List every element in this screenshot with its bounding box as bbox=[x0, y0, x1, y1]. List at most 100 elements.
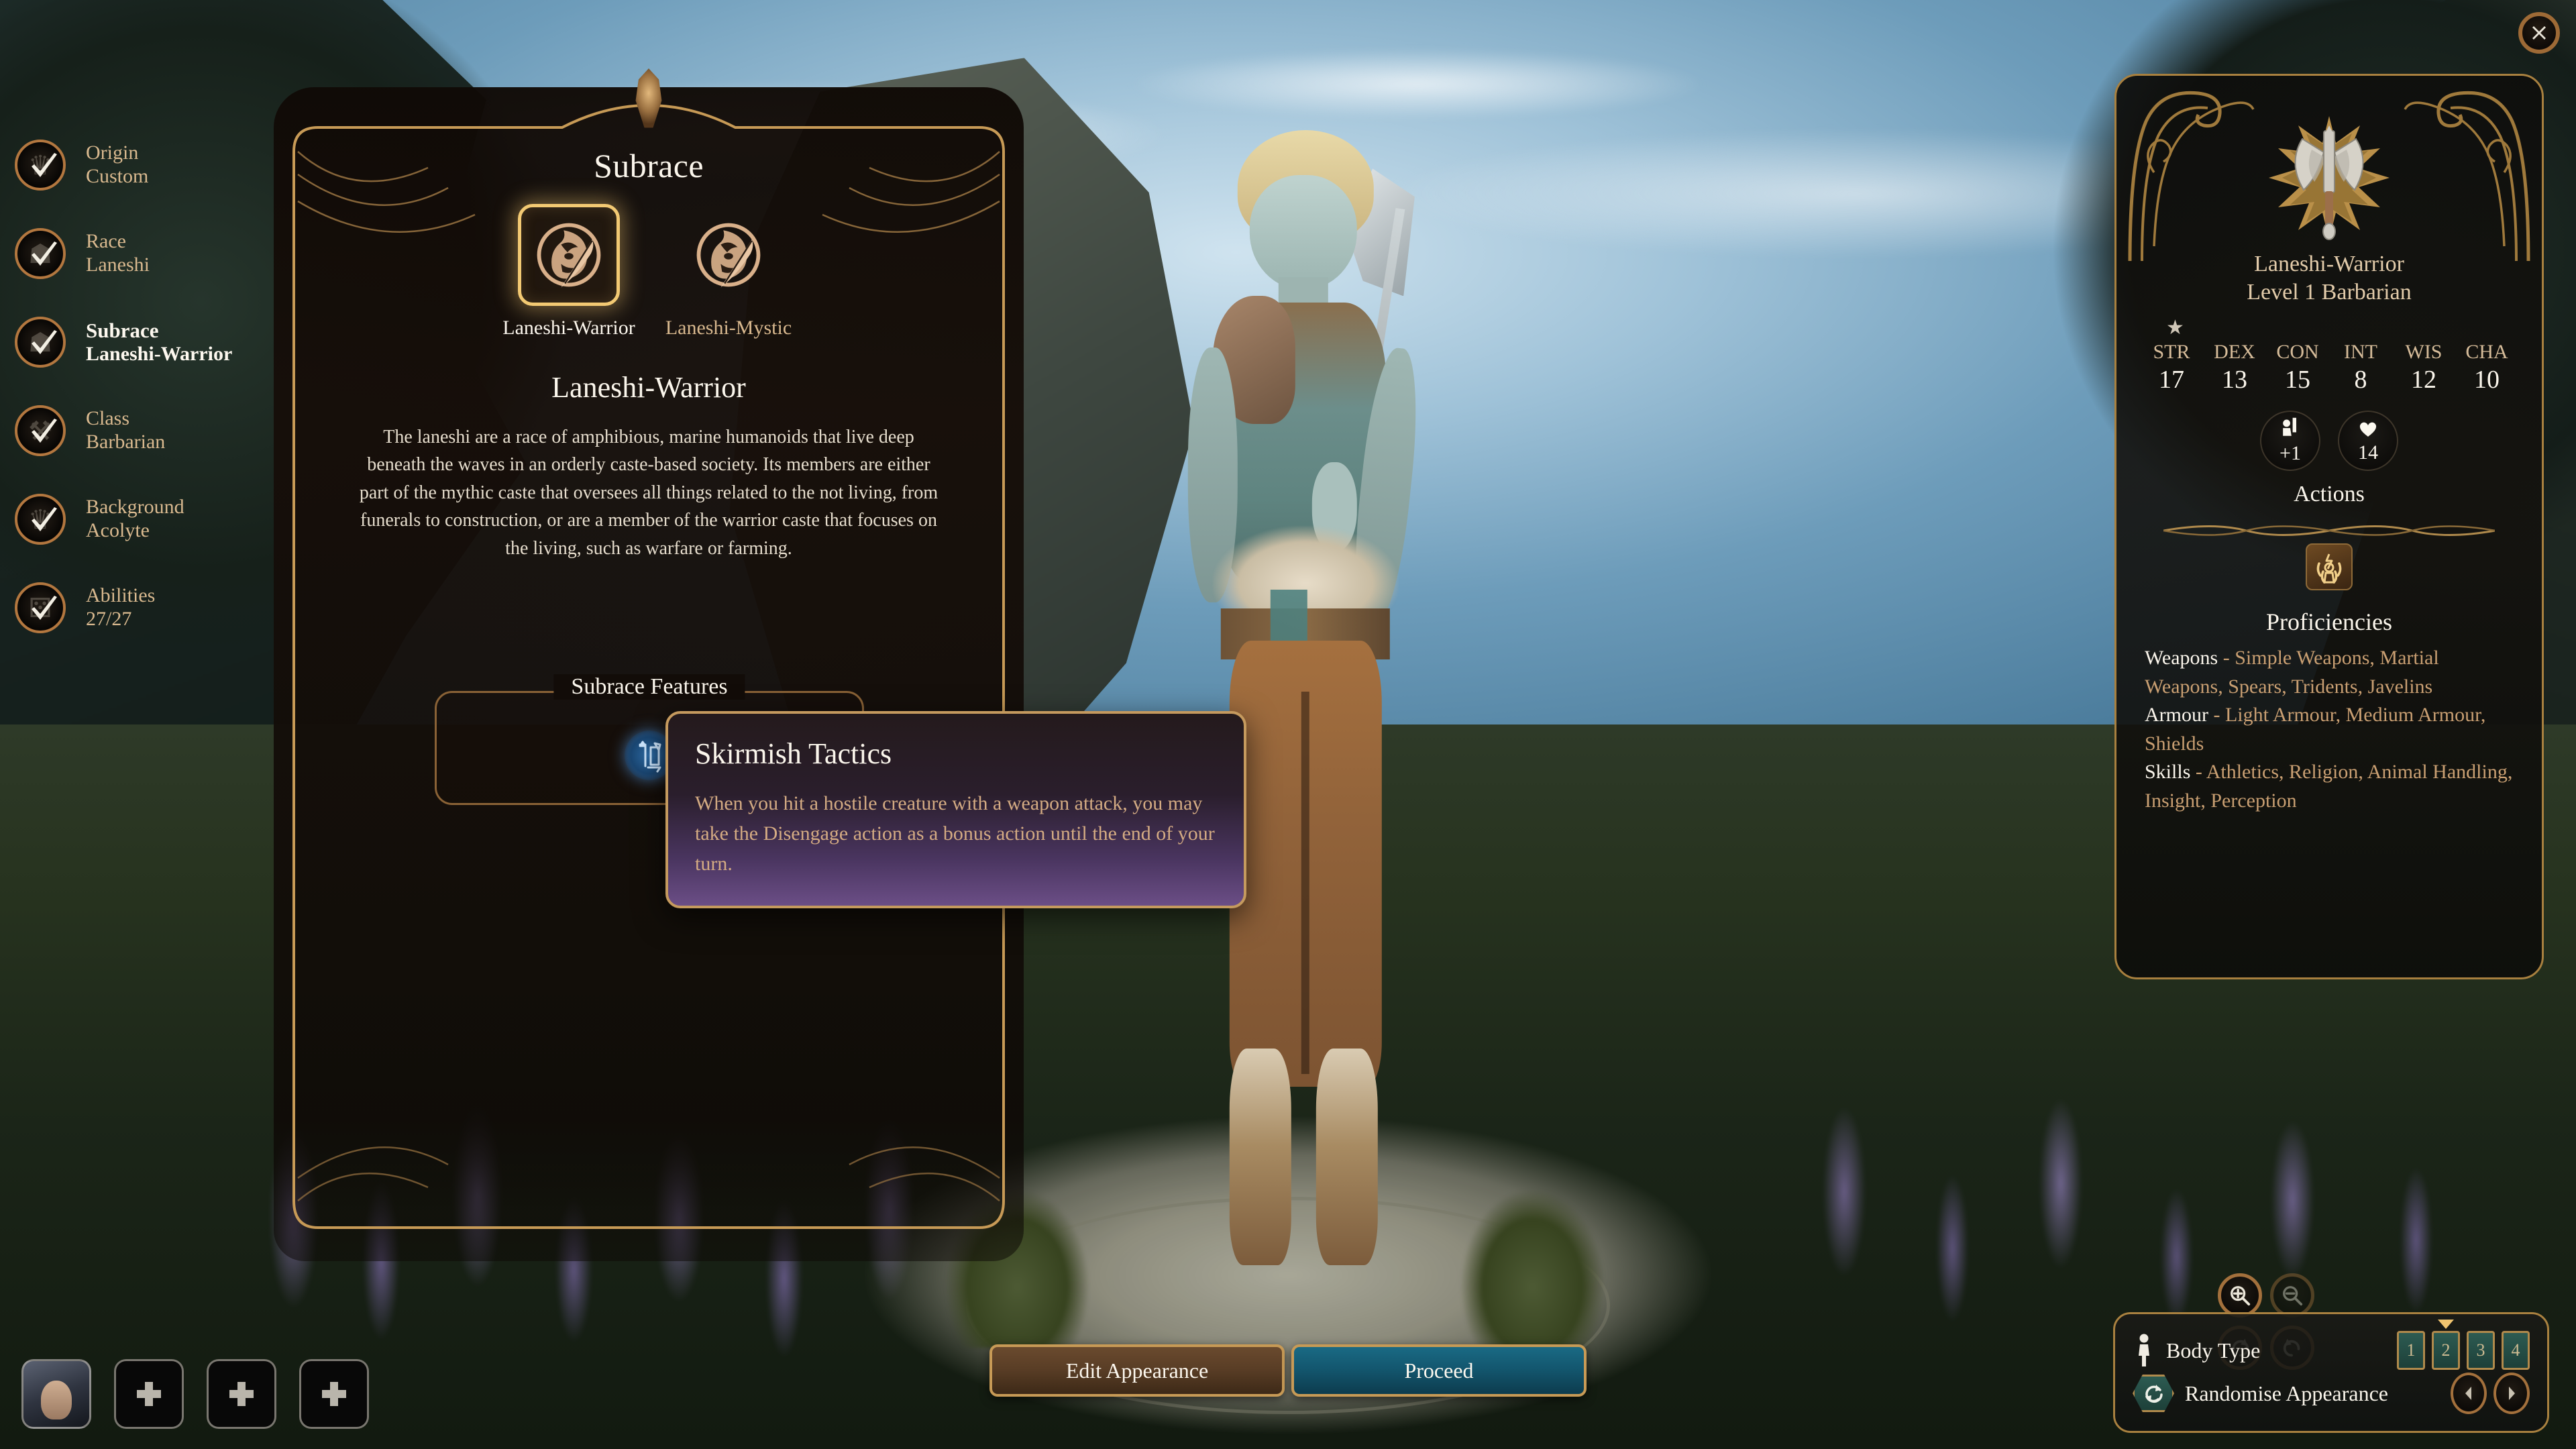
refresh-icon[interactable] bbox=[2133, 1375, 2174, 1412]
party-empty-slot[interactable] bbox=[299, 1359, 369, 1429]
character-level-class: Level 1 Barbarian bbox=[2247, 280, 2412, 305]
ability-value: 17 bbox=[2159, 366, 2184, 394]
proficiency-armour: Armour - Light Armour, Medium Armour, Sh… bbox=[2145, 701, 2514, 758]
ability-value: 8 bbox=[2354, 366, 2367, 394]
zoom-out-button bbox=[2270, 1273, 2314, 1318]
lavender-field-right bbox=[1752, 956, 2525, 1362]
checkmark-icon bbox=[28, 417, 60, 449]
crown-shield-icon: ♛ bbox=[15, 494, 66, 545]
ability-scores: STR 17 DEX 13 CON 15 INT 8 WIS 12 CHA 10 bbox=[2116, 341, 2542, 394]
checkmark-icon bbox=[28, 594, 60, 627]
subrace-choice-list: Laneshi-Warrior Laneshi-Mystic bbox=[274, 204, 1024, 339]
sidebar-item-subrace[interactable]: ☗ Subrace Laneshi-Warrior bbox=[0, 298, 282, 386]
body-type-option-3[interactable]: 3 bbox=[2467, 1331, 2495, 1370]
randomise-appearance-row: Randomise Appearance bbox=[2133, 1372, 2530, 1415]
sidebar-item-class[interactable]: ⚒ Class Barbarian bbox=[0, 386, 282, 475]
body-silhouette-icon bbox=[2139, 1334, 2149, 1366]
ability-cha[interactable]: CHA 10 bbox=[2455, 341, 2518, 394]
add-character-icon bbox=[322, 1382, 346, 1406]
body-type-label: Body Type bbox=[2166, 1338, 2261, 1362]
sidebar-item-race[interactable]: ☗ Race Laneshi bbox=[0, 209, 282, 298]
add-character-icon bbox=[134, 1379, 164, 1409]
appearance-panel: Body Type 1234 Randomise Appearance bbox=[2113, 1312, 2549, 1433]
add-character-icon bbox=[227, 1379, 256, 1409]
party-empty-slot[interactable] bbox=[114, 1359, 184, 1429]
character-portrait bbox=[41, 1381, 72, 1419]
ability-value: 10 bbox=[2474, 366, 2500, 394]
sidebar-item-value: Barbarian bbox=[86, 431, 166, 453]
crossed-axes-icon: ⚒ bbox=[15, 405, 66, 456]
ability-key: CON bbox=[2276, 341, 2319, 363]
sidebar-item-value: Acolyte bbox=[86, 519, 150, 541]
subrace-option-label: Laneshi-Mystic bbox=[665, 317, 792, 339]
sidebar-item-origin[interactable]: ♛ Origin Custom bbox=[0, 121, 282, 209]
character-boot-left bbox=[1229, 1048, 1291, 1266]
proficiency-weapons: Weapons - Simple Weapons, Martial Weapon… bbox=[2145, 644, 2514, 701]
subrace-option-laneshi-mystic[interactable]: Laneshi-Mystic bbox=[661, 204, 796, 339]
laneshi-feather-icon bbox=[530, 216, 608, 294]
character-summary-panel: Laneshi-Warrior Level 1 Barbarian ★ STR 1… bbox=[2114, 74, 2544, 979]
action-icon-row bbox=[2116, 543, 2542, 590]
add-character-icon bbox=[137, 1382, 161, 1406]
proceed-button[interactable]: Proceed bbox=[1291, 1344, 1587, 1397]
bottom-action-bar: Edit Appearance Proceed bbox=[989, 1344, 1587, 1397]
crown-shield-icon: ♛ bbox=[15, 140, 66, 191]
add-character-icon bbox=[319, 1379, 349, 1409]
checkmark-icon bbox=[32, 596, 57, 620]
chevron-left-icon bbox=[2465, 1387, 2471, 1400]
sidebar-item-abilities[interactable]: ⚄ Abilities 27/27 bbox=[0, 564, 282, 652]
refresh-glyph bbox=[2145, 1385, 2163, 1403]
ability-value: 15 bbox=[2285, 366, 2310, 394]
subrace-panel: Subrace Laneshi-Warrior Laneshi-Mystic La… bbox=[274, 68, 1024, 1261]
rage-icon[interactable] bbox=[2306, 543, 2353, 590]
next-appearance-button[interactable] bbox=[2493, 1373, 2530, 1414]
ability-key: STR bbox=[2153, 341, 2190, 363]
feature-tooltip: Skirmish Tactics When you hit a hostile … bbox=[665, 711, 1246, 908]
body-type-option-2[interactable]: 2 bbox=[2432, 1331, 2460, 1370]
checkmark-icon bbox=[32, 241, 57, 266]
ability-key: CHA bbox=[2465, 341, 2508, 363]
sidebar-item-title: Abilities bbox=[86, 584, 156, 607]
sidebar-item-value: 27/27 bbox=[86, 608, 132, 630]
zoom-in-button[interactable] bbox=[2218, 1273, 2262, 1318]
party-empty-slot[interactable] bbox=[207, 1359, 276, 1429]
checkmark-icon bbox=[32, 330, 57, 354]
checkmark-icon bbox=[28, 152, 60, 184]
proficiency-label: Weapons bbox=[2145, 647, 2218, 669]
close-button[interactable] bbox=[2518, 12, 2560, 54]
heart-badge[interactable]: 14 bbox=[2338, 411, 2398, 471]
body-type-option-4[interactable]: 4 bbox=[2502, 1331, 2530, 1370]
ability-con[interactable]: CON 15 bbox=[2266, 341, 2329, 394]
body-type-option-1[interactable]: 1 bbox=[2397, 1331, 2425, 1370]
barbarian-axe-emblem bbox=[2269, 116, 2390, 240]
character-leg-split bbox=[1301, 691, 1310, 1074]
armour-class-badge[interactable]: +1 bbox=[2260, 411, 2320, 471]
badge-value: 14 bbox=[2358, 441, 2378, 464]
laneshi-feather-icon bbox=[690, 216, 767, 294]
sidebar-item-value: Custom bbox=[86, 165, 149, 187]
party-portrait-slot[interactable] bbox=[21, 1359, 91, 1429]
prev-appearance-button[interactable] bbox=[2451, 1373, 2487, 1414]
sidebar-item-title: Background bbox=[86, 496, 184, 519]
ability-str[interactable]: STR 17 bbox=[2140, 341, 2203, 394]
ability-value: 13 bbox=[2222, 366, 2247, 394]
subrace-option-laneshi-warrior[interactable]: Laneshi-Warrior bbox=[502, 204, 636, 339]
proficiency-label: Skills bbox=[2145, 761, 2191, 784]
edit-appearance-button[interactable]: Edit Appearance bbox=[989, 1344, 1285, 1397]
sidebar-item-title: Subrace bbox=[86, 318, 159, 342]
ability-value: 12 bbox=[2411, 366, 2436, 394]
subrace-option-tile[interactable] bbox=[678, 204, 780, 306]
sidebar-item-title: Origin bbox=[86, 142, 139, 164]
ability-dex[interactable]: DEX 13 bbox=[2203, 341, 2266, 394]
ability-wis[interactable]: WIS 12 bbox=[2392, 341, 2455, 394]
ability-key: WIS bbox=[2405, 341, 2443, 363]
ability-int[interactable]: INT 8 bbox=[2329, 341, 2392, 394]
subrace-option-tile[interactable] bbox=[518, 204, 620, 306]
checkmark-icon bbox=[28, 329, 60, 361]
sidebar-item-background[interactable]: ♛ Background Acolyte bbox=[0, 475, 282, 564]
tooltip-body: When you hit a hostile creature with a w… bbox=[695, 792, 1215, 875]
subrace-option-label: Laneshi-Warrior bbox=[502, 317, 635, 339]
body-type-options: 1234 bbox=[2397, 1331, 2530, 1370]
page-title: Subrace bbox=[594, 147, 704, 184]
heart-glyph bbox=[2359, 422, 2377, 437]
